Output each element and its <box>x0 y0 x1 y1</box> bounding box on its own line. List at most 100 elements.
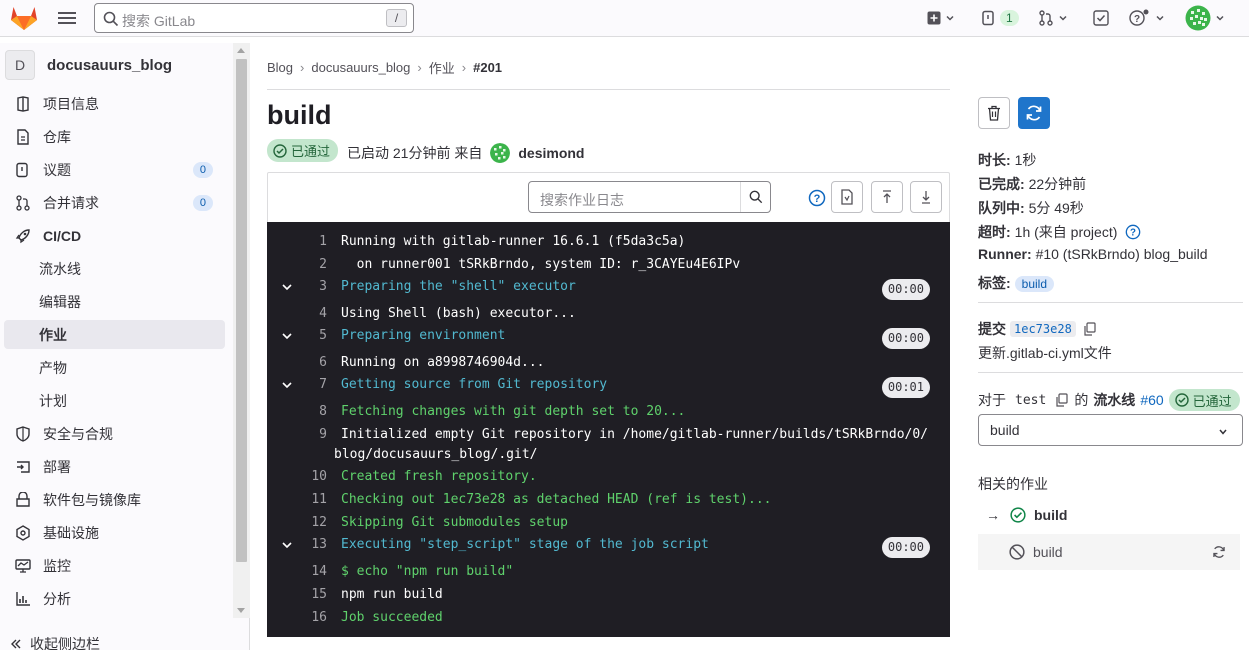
chevron-down-icon[interactable] <box>281 379 293 391</box>
log-line-number[interactable]: 8 <box>297 404 327 419</box>
user-menu-button[interactable] <box>1185 5 1225 31</box>
pipeline-id-link[interactable]: #60 <box>1140 392 1163 408</box>
status-badge[interactable]: 已通过 <box>267 139 339 162</box>
breadcrumb-item-group[interactable]: Blog <box>267 60 293 75</box>
log-line-number[interactable]: 4 <box>297 306 327 321</box>
sidebar-item-deploy[interactable]: 部署 <box>4 452 225 481</box>
log-line-number[interactable]: 11 <box>297 492 327 507</box>
scroll-down-arrow[interactable] <box>237 608 245 613</box>
sidebar-item-security[interactable]: 安全与合规 <box>4 419 225 448</box>
copy-icon[interactable] <box>1083 322 1097 336</box>
log-line-text: blog/docusauurs_blog/.git/ <box>334 447 538 462</box>
sidebar-subitem-editor[interactable]: 编辑器 <box>4 287 225 316</box>
breadcrumb-item-current[interactable]: #201 <box>473 60 502 75</box>
collapse-sidebar-button[interactable]: 收起侧边栏 <box>10 634 100 650</box>
help-button[interactable]: ? <box>1129 9 1165 27</box>
plus-square-icon <box>927 11 941 25</box>
raw-log-button[interactable] <box>831 181 863 213</box>
log-line-text: Running with gitlab-runner 16.6.1 (f5da3… <box>341 234 686 249</box>
commit-message[interactable]: 更新.gitlab-ci.yml文件 <box>978 343 1112 363</box>
package-icon <box>15 491 31 508</box>
page-title: build <box>267 100 332 130</box>
log-search-button[interactable] <box>740 182 770 212</box>
chevron-down-icon[interactable] <box>281 539 293 551</box>
log-line-text: npm run build <box>341 587 443 602</box>
scrollbar-thumb[interactable] <box>236 59 247 562</box>
help-question-icon[interactable]: ? <box>1125 224 1141 240</box>
create-new-button[interactable] <box>927 9 955 27</box>
scroll-to-top-button[interactable] <box>871 181 903 213</box>
search-input[interactable]: 搜索 GitLab / <box>94 3 414 33</box>
sidebar-subitem-schedules[interactable]: 计划 <box>4 386 225 415</box>
shield-icon <box>15 425 31 442</box>
section-duration-badge: 00:00 <box>881 328 930 349</box>
sidebar-subitem-pipelines[interactable]: 流水线 <box>4 254 225 283</box>
related-job-item[interactable]: build <box>978 534 1240 570</box>
breadcrumb: Blog › docusauurs_blog › 作业 › #201 <box>267 58 503 77</box>
sidebar-item-monitor[interactable]: 监控 <box>4 551 225 580</box>
sidebar-item-repository[interactable]: 仓库 <box>4 122 225 151</box>
user-link[interactable]: desimond <box>518 145 584 161</box>
log-search-input[interactable]: 搜索作业日志 <box>528 181 771 213</box>
collapse-sidebar-label: 收起侧边栏 <box>30 636 100 650</box>
help-question-icon[interactable]: ? <box>808 189 826 207</box>
issues-button[interactable]: 1 <box>982 9 1019 27</box>
log-line-number[interactable]: 5 <box>297 328 327 343</box>
related-job-item[interactable]: → build <box>978 497 1240 533</box>
sidebar-scrollbar[interactable] <box>233 43 250 618</box>
log-line-number[interactable]: 1 <box>297 234 327 249</box>
issues-icon <box>982 10 994 26</box>
breadcrumb-item-jobs[interactable]: 作业 <box>429 58 455 77</box>
sidebar-item-merge-requests[interactable]: 合并请求 0 <box>4 188 225 217</box>
chevron-down-icon[interactable] <box>281 281 293 293</box>
todo-check-icon <box>1093 10 1109 26</box>
sidebar-subitem-jobs[interactable]: 作业 <box>4 320 225 349</box>
sidebar-project-header[interactable]: D docusauurs_blog <box>5 48 230 82</box>
todos-button[interactable] <box>1093 9 1109 27</box>
log-line-number[interactable]: 9 <box>297 427 327 442</box>
log-line-text: Skipping Git submodules setup <box>341 515 568 530</box>
menu-icon[interactable] <box>58 10 76 26</box>
sidebar-item-infrastructure[interactable]: 基础设施 <box>4 518 225 547</box>
breadcrumb-item-project[interactable]: docusauurs_blog <box>311 60 410 75</box>
sidebar-item-analytics[interactable]: 分析 <box>4 584 225 613</box>
duration-row: 时长: 1秒 <box>978 150 1036 170</box>
log-line-number[interactable]: 15 <box>297 587 327 602</box>
pipeline-ref[interactable]: test <box>1011 392 1050 409</box>
scroll-down-icon <box>922 191 930 204</box>
check-circle-icon <box>1010 507 1026 523</box>
log-line-number[interactable]: 14 <box>297 564 327 579</box>
finished-value: 22分钟前 <box>1028 176 1087 192</box>
user-avatar[interactable] <box>490 143 511 163</box>
commit-sha-link[interactable]: 1ec73e28 <box>1010 321 1076 337</box>
log-line-number[interactable]: 6 <box>297 355 327 370</box>
erase-job-button[interactable] <box>978 97 1010 129</box>
copy-icon[interactable] <box>1055 393 1069 407</box>
log-line-text: Using Shell (bash) executor... <box>341 306 576 321</box>
retry-job-button[interactable] <box>1018 97 1050 129</box>
check-circle-icon <box>273 143 287 158</box>
gitlab-logo-icon[interactable] <box>10 5 38 31</box>
log-line-number[interactable]: 2 <box>297 257 327 272</box>
log-line-number[interactable]: 13 <box>297 537 327 552</box>
pipeline-status-badge[interactable]: 已通过 <box>1168 389 1240 411</box>
sidebar-subitem-artifacts[interactable]: 产物 <box>4 353 225 382</box>
retry-icon[interactable] <box>1212 545 1226 559</box>
sidebar-item-issues[interactable]: 议题 0 <box>4 155 225 184</box>
log-line-number[interactable]: 7 <box>297 377 327 392</box>
sidebar-item-cicd[interactable]: CI/CD <box>4 221 225 250</box>
user-avatar <box>1185 5 1211 31</box>
chevron-down-icon[interactable] <box>281 330 293 342</box>
scroll-to-bottom-button[interactable] <box>910 181 942 213</box>
sidebar-item-packages[interactable]: 软件包与镜像库 <box>4 485 225 514</box>
queued-row: 队列中: 5分 49秒 <box>978 198 1084 218</box>
scroll-up-arrow[interactable] <box>237 48 245 53</box>
stage-select[interactable]: build <box>978 414 1243 446</box>
runner-value[interactable]: #10 (tSRkBrndo) blog_build <box>1036 246 1208 262</box>
merge-requests-button[interactable] <box>1038 9 1068 27</box>
log-line-number[interactable]: 16 <box>297 610 327 625</box>
log-line-number[interactable]: 10 <box>297 469 327 484</box>
log-line-number[interactable]: 3 <box>297 279 327 294</box>
log-line-number[interactable]: 12 <box>297 515 327 530</box>
sidebar-item-project-info[interactable]: 项目信息 <box>4 89 225 118</box>
